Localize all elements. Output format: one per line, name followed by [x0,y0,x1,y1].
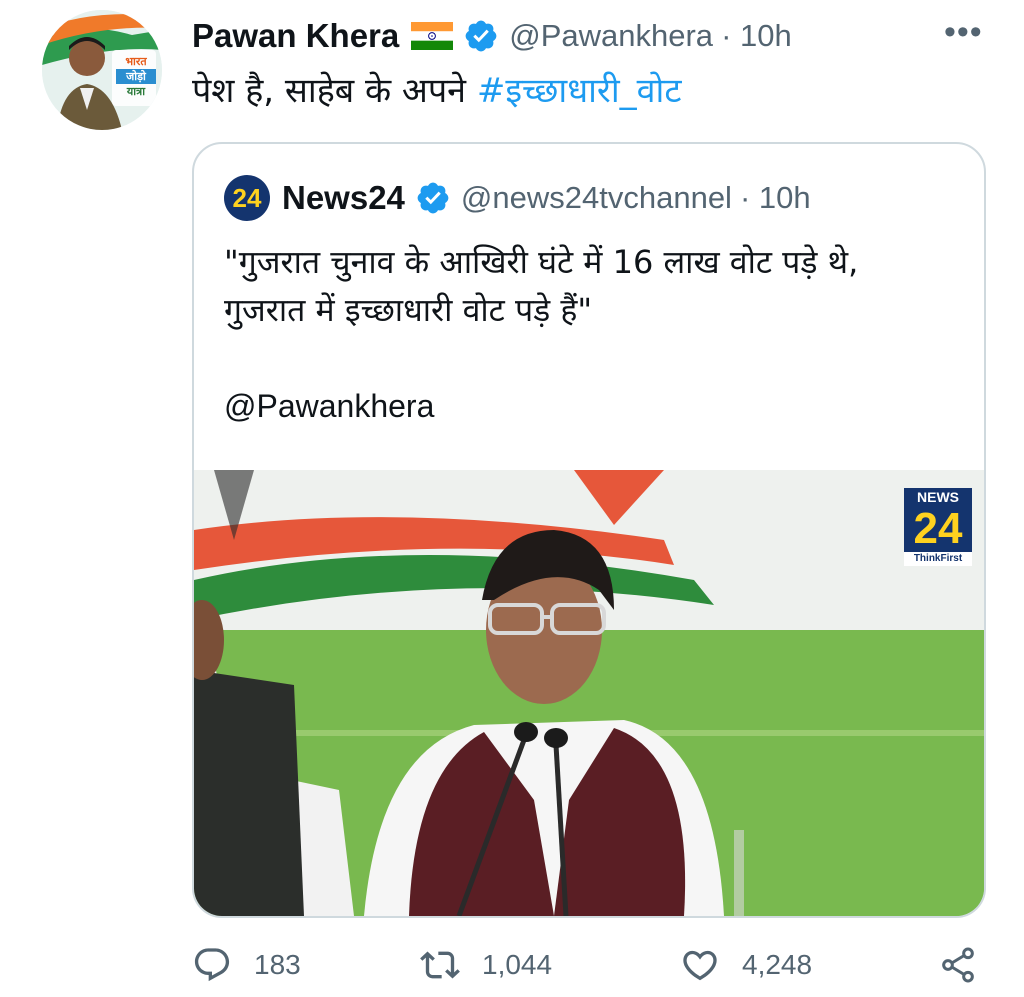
hashtag-link[interactable]: #इच्छाधारी_वोट [477,71,682,111]
quoted-media[interactable]: NEWS 24 ThinkFirst [194,470,984,916]
quoted-avatar[interactable]: 24 [224,175,270,221]
quoted-header: 24 News24 @news24tvchannel · 10h [224,174,811,222]
quoted-time[interactable]: · 10h [740,180,811,216]
verified-icon [415,180,451,216]
avatar-badge-line: यात्रा [126,85,146,98]
quoted-text: "गुजरात चुनाव के आखिरी घंटे में 16 लाख व… [224,238,964,334]
quoted-logo-text: 24 [232,182,262,213]
quoted-tweet[interactable]: 24 News24 @news24tvchannel · 10h "गुजरात… [192,142,986,918]
action-bar: 183 1,044 4,248 [192,945,982,995]
news24-watermark: NEWS 24 ThinkFirst [904,488,972,566]
tweet-time[interactable]: · 10h [721,18,792,54]
avatar-badge-line: भारत [125,55,147,68]
reply-count: 183 [254,949,301,980]
quoted-text-line: गुजरात में इच्छाधारी वोट पड़े हैं" [224,291,593,329]
watermark-number: 24 [904,506,972,552]
avatar-badge-line: जोड़ो [116,69,156,84]
like-count: 4,248 [742,949,813,980]
author-avatar[interactable]: भारत जोड़ो यात्रा [42,10,162,130]
reply-icon [194,948,230,982]
like-button[interactable]: 4,248 [680,945,812,985]
verified-icon [463,18,499,54]
share-icon [942,947,974,983]
retweet-icon [420,951,460,979]
tweet-text-body: पेश है, साहेब के अपने [192,71,477,111]
quoted-text-line: "गुजरात चुनाव के आखिरी घंटे में 16 लाख व… [224,243,859,281]
tweet-text: पेश है, साहेब के अपने #इच्छाधारी_वोट [192,66,681,112]
retweet-count: 1,044 [482,949,553,980]
share-button[interactable] [938,945,978,985]
quoted-mention[interactable]: @Pawankhera [224,388,434,425]
like-icon [683,950,717,981]
media-image [194,470,984,916]
quoted-author-handle[interactable]: @news24tvchannel [461,180,732,216]
author-name[interactable]: Pawan Khera [192,17,399,55]
reply-button[interactable]: 183 [192,945,301,985]
flag-india-icon [411,22,454,50]
watermark-tagline: ThinkFirst [904,552,972,566]
avatar-badge: भारत जोड़ो यात्रा [116,54,156,99]
retweet-button[interactable]: 1,044 [420,945,552,985]
quoted-author-name[interactable]: News24 [282,179,405,217]
author-handle[interactable]: @Pawankhera [509,18,713,54]
tweet-header: Pawan Khera @Pawankhera · 10h [192,14,792,58]
more-icon[interactable]: ••• [944,15,983,49]
